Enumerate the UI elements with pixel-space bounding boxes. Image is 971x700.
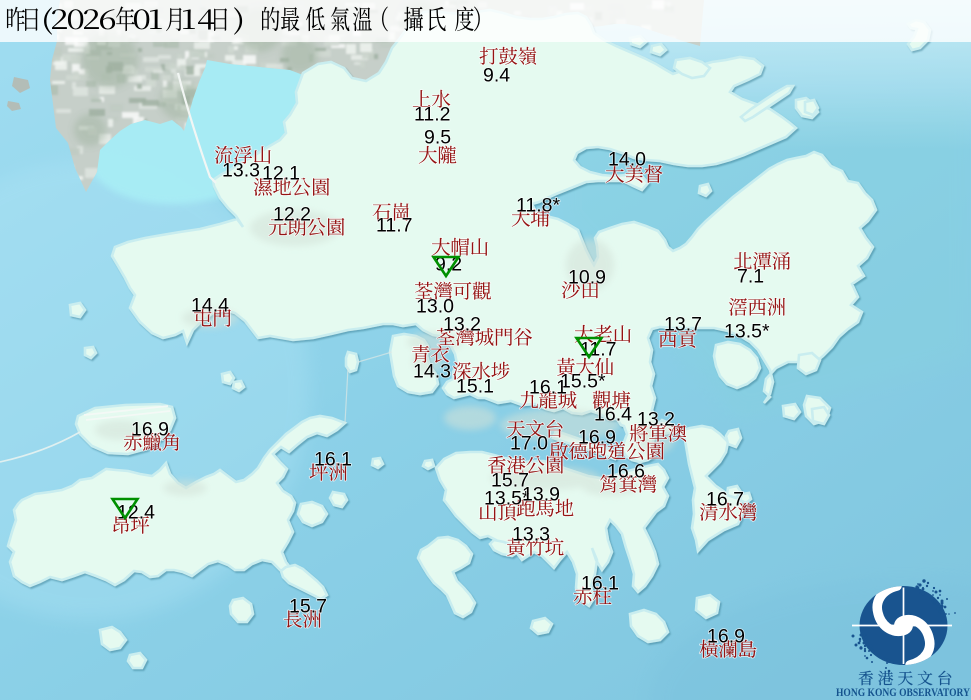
svg-text:15.1: 15.1 [456,376,494,398]
svg-text:11.8*: 11.8* [516,195,561,217]
svg-text:14.3: 14.3 [413,361,451,383]
svg-text:12.2: 12.2 [273,204,311,226]
svg-text:16.1: 16.1 [314,449,352,471]
svg-text:9.5: 9.5 [424,127,451,149]
svg-text:13.2: 13.2 [443,314,481,336]
svg-text:16.4: 16.4 [594,404,632,426]
svg-text:13.2: 13.2 [637,409,675,431]
svg-text:16.1: 16.1 [529,377,567,399]
svg-text:14.4: 14.4 [191,295,229,317]
svg-text:14.0: 14.0 [608,149,646,171]
svg-text:11.7: 11.7 [376,215,413,237]
svg-text:10.9: 10.9 [568,267,606,289]
svg-text:7.1: 7.1 [737,266,764,288]
svg-text:9.4: 9.4 [483,65,510,87]
svg-text:16.9: 16.9 [707,626,745,648]
svg-text:16.9: 16.9 [578,427,616,449]
svg-text:16.6: 16.6 [607,461,645,483]
svg-text:15.7: 15.7 [289,596,327,618]
svg-text:13.3: 13.3 [222,160,260,182]
svg-text:13.9: 13.9 [522,484,560,506]
svg-text:16.9: 16.9 [131,419,169,441]
svg-text:16.7: 16.7 [706,489,744,511]
svg-text:13.5*: 13.5* [724,321,770,343]
svg-text:HONG KONG OBSERVATORY: HONG KONG OBSERVATORY [836,685,970,699]
svg-text:17.0: 17.0 [510,433,548,455]
svg-text:13.3: 13.3 [512,524,550,546]
svg-text:12.1: 12.1 [262,163,300,185]
svg-text:11.2: 11.2 [414,104,451,126]
svg-text:16.1: 16.1 [581,573,619,595]
svg-text:13.7: 13.7 [664,314,702,336]
